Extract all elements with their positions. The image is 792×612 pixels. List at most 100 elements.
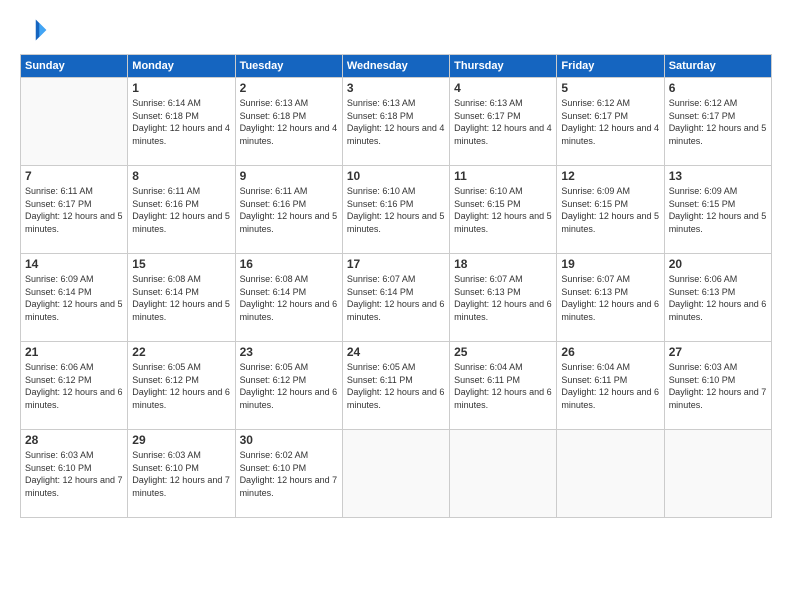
- day-info: Sunrise: 6:10 AM Sunset: 6:16 PM Dayligh…: [347, 185, 445, 235]
- day-info: Sunrise: 6:09 AM Sunset: 6:15 PM Dayligh…: [669, 185, 767, 235]
- calendar-cell: 20 Sunrise: 6:06 AM Sunset: 6:13 PM Dayli…: [664, 254, 771, 342]
- day-number: 14: [25, 257, 123, 271]
- calendar-cell: 22 Sunrise: 6:05 AM Sunset: 6:12 PM Dayli…: [128, 342, 235, 430]
- calendar-cell: 16Sunrise: 6:08 AM Sunset: 6:14 PM Dayli…: [235, 254, 342, 342]
- calendar-cell: 26 Sunrise: 6:04 AM Sunset: 6:11 PM Dayli…: [557, 342, 664, 430]
- day-number: 1: [132, 81, 230, 95]
- calendar-cell: 8 Sunrise: 6:11 AM Sunset: 6:16 PM Daylig…: [128, 166, 235, 254]
- calendar-cell: 9 Sunrise: 6:11 AM Sunset: 6:16 PM Daylig…: [235, 166, 342, 254]
- col-header-monday: Monday: [128, 55, 235, 78]
- day-number: 24: [347, 345, 445, 359]
- day-number: 2: [240, 81, 338, 95]
- day-number: 3: [347, 81, 445, 95]
- calendar-cell: 19 Sunrise: 6:07 AM Sunset: 6:13 PM Dayli…: [557, 254, 664, 342]
- day-info: Sunrise: 6:09 AM Sunset: 6:15 PM Dayligh…: [561, 185, 659, 235]
- calendar-cell: 11 Sunrise: 6:10 AM Sunset: 6:15 PM Dayli…: [450, 166, 557, 254]
- calendar-cell: 18Sunrise: 6:07 AM Sunset: 6:13 PM Dayli…: [450, 254, 557, 342]
- day-info: Sunrise: 6:05 AM Sunset: 6:12 PM Dayligh…: [240, 361, 338, 411]
- day-number: 10: [347, 169, 445, 183]
- day-number: 20: [669, 257, 767, 271]
- day-info: Sunrise: 6:07 AM Sunset: 6:13 PM Dayligh…: [561, 273, 659, 323]
- col-header-saturday: Saturday: [664, 55, 771, 78]
- calendar-cell: [664, 430, 771, 518]
- calendar-cell: 14 Sunrise: 6:09 AM Sunset: 6:14 PM Dayli…: [21, 254, 128, 342]
- day-number: 5: [561, 81, 659, 95]
- calendar-cell: 2 Sunrise: 6:13 AM Sunset: 6:18 PM Daylig…: [235, 78, 342, 166]
- day-number: 8: [132, 169, 230, 183]
- day-number: 11: [454, 169, 552, 183]
- calendar-week-4: 21Sunrise: 6:06 AM Sunset: 6:12 PM Dayli…: [21, 342, 772, 430]
- calendar-cell: 15 Sunrise: 6:08 AM Sunset: 6:14 PM Dayli…: [128, 254, 235, 342]
- day-info: Sunrise: 6:11 AM Sunset: 6:16 PM Dayligh…: [132, 185, 230, 235]
- page: SundayMondayTuesdayWednesdayThursdayFrid…: [0, 0, 792, 612]
- day-info: Sunrise: 6:03 AM Sunset: 6:10 PM Dayligh…: [25, 449, 123, 499]
- calendar-cell: 5 Sunrise: 6:12 AM Sunset: 6:17 PM Daylig…: [557, 78, 664, 166]
- day-number: 18: [454, 257, 552, 271]
- calendar-header-row: SundayMondayTuesdayWednesdayThursdayFrid…: [21, 55, 772, 78]
- day-info: Sunrise: 6:05 AM Sunset: 6:11 PM Dayligh…: [347, 361, 445, 411]
- day-info: Sunrise: 6:13 AM Sunset: 6:18 PM Dayligh…: [240, 97, 338, 147]
- col-header-wednesday: Wednesday: [342, 55, 449, 78]
- day-info: Sunrise: 6:02 AM Sunset: 6:10 PM Dayligh…: [240, 449, 338, 499]
- calendar-week-3: 14 Sunrise: 6:09 AM Sunset: 6:14 PM Dayli…: [21, 254, 772, 342]
- day-info: Sunrise: 6:12 AM Sunset: 6:17 PM Dayligh…: [669, 97, 767, 147]
- col-header-thursday: Thursday: [450, 55, 557, 78]
- day-info: Sunrise: 6:11 AM Sunset: 6:16 PM Dayligh…: [240, 185, 338, 235]
- day-number: 22: [132, 345, 230, 359]
- calendar-cell: 23 Sunrise: 6:05 AM Sunset: 6:12 PM Dayli…: [235, 342, 342, 430]
- day-info: Sunrise: 6:03 AM Sunset: 6:10 PM Dayligh…: [132, 449, 230, 499]
- calendar-cell: 30 Sunrise: 6:02 AM Sunset: 6:10 PM Dayli…: [235, 430, 342, 518]
- day-number: 30: [240, 433, 338, 447]
- day-info: Sunrise: 6:08 AM Sunset: 6:14 PM Dayligh…: [132, 273, 230, 323]
- day-info: Sunrise: 6:13 AM Sunset: 6:17 PM Dayligh…: [454, 97, 552, 147]
- calendar-cell: 1 Sunrise: 6:14 AM Sunset: 6:18 PM Daylig…: [128, 78, 235, 166]
- day-number: 19: [561, 257, 659, 271]
- day-number: 15: [132, 257, 230, 271]
- calendar-week-1: 1 Sunrise: 6:14 AM Sunset: 6:18 PM Daylig…: [21, 78, 772, 166]
- calendar-table: SundayMondayTuesdayWednesdayThursdayFrid…: [20, 54, 772, 518]
- day-info: Sunrise: 6:12 AM Sunset: 6:17 PM Dayligh…: [561, 97, 659, 147]
- calendar-cell: 27Sunrise: 6:03 AM Sunset: 6:10 PM Dayli…: [664, 342, 771, 430]
- day-info: Sunrise: 6:14 AM Sunset: 6:18 PM Dayligh…: [132, 97, 230, 147]
- day-info: Sunrise: 6:06 AM Sunset: 6:13 PM Dayligh…: [669, 273, 767, 323]
- day-info: Sunrise: 6:10 AM Sunset: 6:15 PM Dayligh…: [454, 185, 552, 235]
- day-number: 16: [240, 257, 338, 271]
- day-number: 7: [25, 169, 123, 183]
- day-number: 29: [132, 433, 230, 447]
- day-info: Sunrise: 6:13 AM Sunset: 6:18 PM Dayligh…: [347, 97, 445, 147]
- calendar-cell: [450, 430, 557, 518]
- day-info: Sunrise: 6:09 AM Sunset: 6:14 PM Dayligh…: [25, 273, 123, 323]
- calendar-cell: 13 Sunrise: 6:09 AM Sunset: 6:15 PM Dayli…: [664, 166, 771, 254]
- day-number: 12: [561, 169, 659, 183]
- col-header-friday: Friday: [557, 55, 664, 78]
- calendar-cell: [21, 78, 128, 166]
- col-header-tuesday: Tuesday: [235, 55, 342, 78]
- day-number: 26: [561, 345, 659, 359]
- day-info: Sunrise: 6:04 AM Sunset: 6:11 PM Dayligh…: [454, 361, 552, 411]
- calendar-cell: 4 Sunrise: 6:13 AM Sunset: 6:17 PM Daylig…: [450, 78, 557, 166]
- calendar-cell: 10 Sunrise: 6:10 AM Sunset: 6:16 PM Dayli…: [342, 166, 449, 254]
- day-number: 9: [240, 169, 338, 183]
- calendar-cell: 12 Sunrise: 6:09 AM Sunset: 6:15 PM Dayli…: [557, 166, 664, 254]
- day-info: Sunrise: 6:11 AM Sunset: 6:17 PM Dayligh…: [25, 185, 123, 235]
- calendar-cell: [342, 430, 449, 518]
- day-number: 27: [669, 345, 767, 359]
- day-number: 28: [25, 433, 123, 447]
- day-number: 17: [347, 257, 445, 271]
- calendar-week-5: 28 Sunrise: 6:03 AM Sunset: 6:10 PM Dayli…: [21, 430, 772, 518]
- day-info: Sunrise: 6:04 AM Sunset: 6:11 PM Dayligh…: [561, 361, 659, 411]
- calendar-cell: 28 Sunrise: 6:03 AM Sunset: 6:10 PM Dayli…: [21, 430, 128, 518]
- calendar-cell: 3 Sunrise: 6:13 AM Sunset: 6:18 PM Daylig…: [342, 78, 449, 166]
- calendar-cell: 29 Sunrise: 6:03 AM Sunset: 6:10 PM Dayli…: [128, 430, 235, 518]
- day-number: 25: [454, 345, 552, 359]
- col-header-sunday: Sunday: [21, 55, 128, 78]
- day-number: 13: [669, 169, 767, 183]
- calendar-cell: 25 Sunrise: 6:04 AM Sunset: 6:11 PM Dayli…: [450, 342, 557, 430]
- day-number: 6: [669, 81, 767, 95]
- day-number: 4: [454, 81, 552, 95]
- calendar-cell: 24 Sunrise: 6:05 AM Sunset: 6:11 PM Dayli…: [342, 342, 449, 430]
- day-number: 23: [240, 345, 338, 359]
- calendar-cell: 7 Sunrise: 6:11 AM Sunset: 6:17 PM Daylig…: [21, 166, 128, 254]
- day-info: Sunrise: 6:05 AM Sunset: 6:12 PM Dayligh…: [132, 361, 230, 411]
- calendar-cell: 21Sunrise: 6:06 AM Sunset: 6:12 PM Dayli…: [21, 342, 128, 430]
